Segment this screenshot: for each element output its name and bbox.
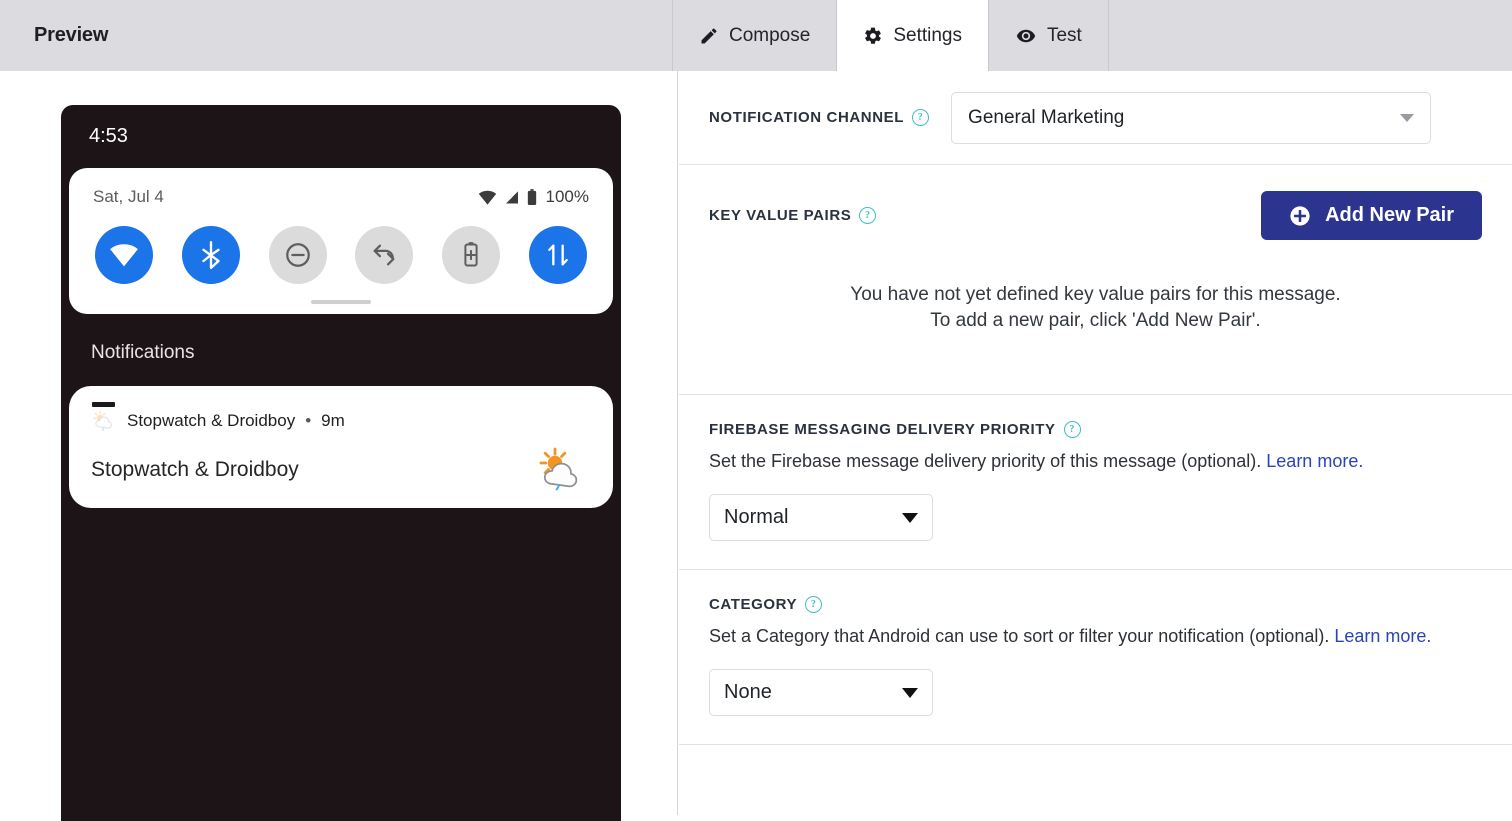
chevron-down-icon bbox=[902, 687, 918, 698]
key-value-pairs-empty-line-2: To add a new pair, click 'Add New Pair'. bbox=[930, 310, 1261, 332]
tab-compose[interactable]: Compose bbox=[672, 0, 838, 71]
auto-rotate-tile[interactable] bbox=[355, 226, 414, 284]
notification-app-name: Stopwatch & Droidboy bbox=[127, 411, 296, 430]
bluetooth-tile[interactable] bbox=[181, 226, 240, 284]
settings-pane: Notification Channel ? General Marketing… bbox=[679, 71, 1512, 815]
quick-settings-header: Sat, Jul 4 100% bbox=[69, 182, 613, 212]
battery-percent-label: 100% bbox=[545, 187, 589, 206]
section-delivery-priority: Firebase Messaging Delivery Priority ? S… bbox=[679, 395, 1512, 570]
notification-title: Stopwatch & Droidboy bbox=[91, 458, 299, 481]
quick-settings-tiles bbox=[69, 212, 613, 284]
chevron-down-icon bbox=[902, 512, 918, 523]
tab-bar: Compose Settings Test bbox=[672, 0, 1109, 71]
phone-status-bar: 4:53 bbox=[61, 105, 621, 168]
page-title: Preview bbox=[34, 24, 109, 46]
preview-pane: 4:53 Sat, Jul 4 100% Notifications Stopw… bbox=[0, 71, 678, 821]
topbar-filler bbox=[1109, 0, 1512, 71]
key-value-pairs-label: Key Value Pairs ? bbox=[709, 207, 877, 224]
quick-settings-date: Sat, Jul 4 bbox=[93, 187, 164, 206]
plus-circle-icon bbox=[1289, 205, 1311, 227]
notifications-header: Notifications bbox=[91, 342, 195, 363]
notification-header-row: Stopwatch & Droidboy • 9m bbox=[91, 402, 591, 434]
section-category: Category ? Set a Category that Android c… bbox=[679, 570, 1512, 745]
phone-mockup: 4:53 Sat, Jul 4 100% Notifications Stopw… bbox=[61, 105, 621, 821]
pencil-icon bbox=[699, 26, 719, 46]
delivery-priority-label-text: Firebase Messaging Delivery Priority bbox=[709, 421, 1056, 438]
battery-saver-tile[interactable] bbox=[442, 226, 501, 284]
tab-settings[interactable]: Settings bbox=[837, 0, 989, 71]
category-description-row: Set a Category that Android can use to s… bbox=[709, 626, 1482, 647]
weather-sun-cloud-rain-icon bbox=[537, 446, 585, 494]
tab-settings-label: Settings bbox=[893, 24, 962, 46]
delivery-priority-label: Firebase Messaging Delivery Priority ? bbox=[709, 421, 1081, 438]
category-learn-more-link[interactable]: Learn more. bbox=[1334, 626, 1431, 646]
key-value-pairs-header: Key Value Pairs ? Add New Pair bbox=[709, 191, 1482, 240]
category-label-text: Category bbox=[709, 596, 798, 613]
eye-icon bbox=[1015, 26, 1037, 46]
notification-card[interactable]: Stopwatch & Droidboy • 9m Stopwatch & Dr… bbox=[69, 386, 613, 508]
status-icon-group: 100% bbox=[478, 187, 589, 207]
notification-separator: • bbox=[305, 411, 312, 430]
notification-small-app-icon bbox=[91, 402, 117, 434]
quick-settings-panel: Sat, Jul 4 100% bbox=[69, 168, 613, 314]
do-not-disturb-tile[interactable] bbox=[268, 226, 327, 284]
help-icon[interactable]: ? bbox=[805, 596, 823, 613]
delivery-priority-description-row: Set the Firebase message delivery priori… bbox=[709, 451, 1482, 472]
section-key-value-pairs: Key Value Pairs ? Add New Pair You have … bbox=[679, 165, 1512, 395]
key-value-pairs-empty-line-1: You have not yet defined key value pairs… bbox=[850, 284, 1341, 305]
wifi-tile[interactable] bbox=[95, 226, 153, 284]
notification-channel-label: Notification Channel ? bbox=[709, 109, 930, 126]
key-value-pairs-label-text: Key Value Pairs bbox=[709, 207, 852, 224]
delivery-priority-learn-more-link[interactable]: Learn more. bbox=[1266, 451, 1363, 471]
category-label: Category ? bbox=[709, 596, 823, 613]
add-new-pair-button[interactable]: Add New Pair bbox=[1261, 191, 1482, 240]
delivery-priority-select[interactable]: Normal bbox=[709, 494, 933, 541]
help-icon[interactable]: ? bbox=[912, 109, 930, 126]
section-notification-channel: Notification Channel ? General Marketing bbox=[679, 71, 1512, 165]
wifi-icon bbox=[478, 190, 497, 205]
help-icon[interactable]: ? bbox=[859, 207, 877, 224]
delivery-priority-description: Set the Firebase message delivery priori… bbox=[709, 451, 1262, 471]
help-icon[interactable]: ? bbox=[1063, 421, 1081, 438]
cellular-signal-icon bbox=[504, 190, 520, 205]
notification-icon-bar bbox=[92, 402, 115, 407]
category-select[interactable]: None bbox=[709, 669, 933, 716]
delivery-priority-selected-value: Normal bbox=[724, 506, 789, 528]
notification-channel-selected-value: General Marketing bbox=[968, 106, 1125, 128]
quick-settings-drag-handle[interactable] bbox=[311, 300, 371, 304]
category-description: Set a Category that Android can use to s… bbox=[709, 626, 1330, 646]
tab-compose-label: Compose bbox=[729, 24, 811, 46]
key-value-pairs-empty-state: You have not yet defined key value pairs… bbox=[709, 282, 1482, 334]
gear-icon bbox=[863, 26, 883, 46]
notification-channel-label-text: Notification Channel bbox=[709, 109, 905, 126]
notification-channel-select[interactable]: General Marketing bbox=[951, 91, 1432, 144]
tab-test[interactable]: Test bbox=[989, 0, 1109, 71]
battery-icon bbox=[527, 188, 537, 206]
top-bar: Preview Compose Settings Test bbox=[0, 0, 1512, 71]
tab-test-label: Test bbox=[1046, 24, 1082, 46]
category-selected-value: None bbox=[724, 681, 772, 703]
notification-time: 9m bbox=[321, 411, 345, 430]
status-time: 4:53 bbox=[89, 125, 128, 147]
chevron-down-icon bbox=[1400, 113, 1415, 122]
add-new-pair-label: Add New Pair bbox=[1325, 204, 1454, 226]
mobile-data-tile[interactable] bbox=[528, 226, 587, 284]
